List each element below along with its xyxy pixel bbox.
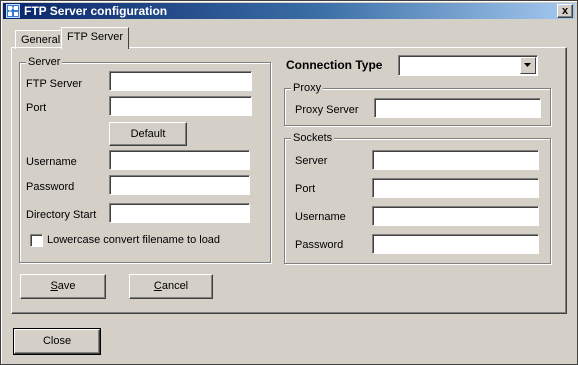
proxy-server-label: Proxy Server [295, 104, 359, 116]
dropdown-button[interactable] [520, 57, 536, 74]
server-group: Server FTP Server Port Default Username … [19, 55, 271, 263]
socket-port-input[interactable] [372, 178, 539, 198]
ftp-server-label: FTP Server [26, 78, 83, 90]
save-label-rest: ave [57, 280, 76, 292]
username-label: Username [26, 156, 77, 168]
username-input[interactable] [109, 150, 250, 170]
connection-type-label: Connection Type [286, 58, 383, 72]
save-mnemonic: S [50, 280, 58, 292]
proxy-group-title: Proxy [291, 81, 324, 95]
socket-username-input[interactable] [372, 206, 539, 226]
socket-password-label: Password [295, 239, 344, 251]
title-bar[interactable]: FTP Server configuration x [3, 3, 575, 19]
server-group-title: Server [26, 55, 63, 69]
port-input[interactable] [109, 96, 252, 116]
default-button[interactable]: Default [109, 122, 187, 146]
password-input[interactable] [109, 175, 250, 195]
sockets-group-title: Sockets [291, 131, 335, 145]
ftp-config-window: FTP Server configuration x General FTP S… [0, 0, 578, 365]
socket-server-input[interactable] [372, 150, 539, 170]
proxy-group: Proxy Proxy Server [284, 81, 551, 126]
proxy-server-input[interactable] [374, 98, 541, 118]
lowercase-checkbox[interactable] [30, 234, 43, 247]
socket-server-label: Server [295, 155, 328, 167]
connection-type-select[interactable] [398, 55, 538, 76]
chevron-down-icon [524, 63, 531, 67]
port-label: Port [26, 102, 47, 114]
socket-username-label: Username [295, 211, 346, 223]
directory-start-input[interactable] [109, 203, 250, 223]
network-grid-icon [6, 4, 20, 18]
sockets-group: Sockets Server Port Username Password [284, 131, 551, 264]
directory-start-label: Directory Start [26, 209, 97, 221]
tab-ftp-server[interactable]: FTP Server [61, 27, 130, 49]
window-title: FTP Server configuration [24, 4, 168, 18]
save-button[interactable]: Save [20, 274, 106, 299]
socket-port-label: Port [295, 183, 316, 195]
close-button[interactable]: Close [13, 328, 101, 355]
close-icon[interactable]: x [557, 4, 573, 18]
tab-panel-ftp-server: Server FTP Server Port Default Username … [11, 47, 567, 314]
cancel-label-rest: ancel [161, 280, 189, 292]
password-label: Password [26, 181, 75, 193]
lowercase-checkbox-label[interactable]: Lowercase convert filename to load [47, 233, 220, 247]
ftp-server-input[interactable] [109, 71, 252, 91]
cancel-mnemonic: C [153, 280, 162, 292]
cancel-button[interactable]: Cancel [129, 274, 213, 299]
socket-password-input[interactable] [372, 234, 539, 254]
